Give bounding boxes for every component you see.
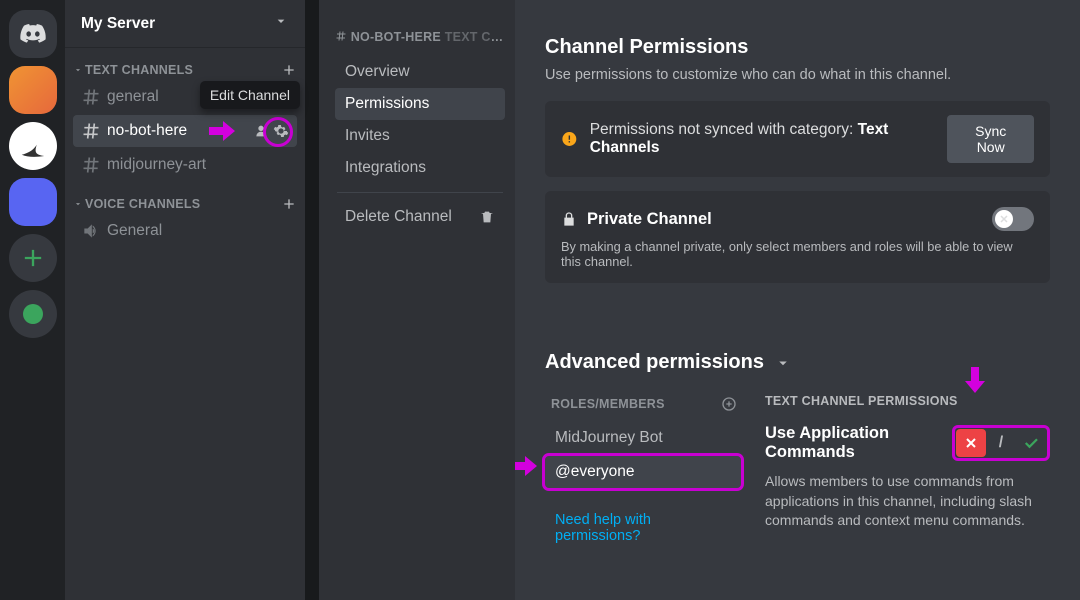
server-blurple-icon[interactable] [9, 178, 57, 226]
page-title: Channel Permissions [545, 36, 1050, 59]
divider [305, 0, 319, 600]
annotation-arrow [965, 367, 985, 393]
channel-no-bot-here[interactable]: no-bot-here Edit Channel [73, 115, 297, 147]
settings-sidebar: NO-BOT-HERE TEXT CHAN… Overview Permissi… [319, 0, 515, 600]
server-midjourney-icon[interactable] [9, 122, 57, 170]
permission-deny-button[interactable] [956, 429, 986, 457]
perm-section-heading: TEXT CHANNEL PERMISSIONS [765, 394, 1050, 408]
category-label: TEXT CHANNELS [85, 63, 193, 77]
permission-description: Allows members to use commands from appl… [765, 472, 1050, 531]
chevron-down-icon [273, 13, 289, 34]
sync-card: Permissions not synced with category: Te… [545, 101, 1050, 177]
role-midjourney-bot[interactable]: MidJourney Bot [545, 422, 741, 454]
role-everyone[interactable]: @everyone [545, 456, 741, 488]
channel-midjourney-art[interactable]: midjourney-art [73, 149, 297, 181]
roles-members-header: ROLES/MEMBERS [545, 394, 741, 422]
permission-allow-button[interactable] [1016, 429, 1046, 457]
gear-icon[interactable] [273, 123, 289, 139]
divider [337, 192, 503, 193]
private-description: By making a channel private, only select… [561, 239, 1034, 269]
settings-delete-channel[interactable]: Delete Channel [335, 201, 505, 233]
annotation-arrow [209, 121, 235, 141]
permission-neutral-button[interactable]: / [986, 429, 1016, 457]
x-icon [998, 213, 1010, 225]
settings-content: Channel Permissions Use permissions to c… [515, 0, 1080, 600]
settings-tab-overview[interactable]: Overview [335, 56, 505, 88]
server-rail [0, 0, 65, 600]
check-icon [1022, 434, 1040, 452]
label: Advanced permissions [545, 351, 764, 374]
add-channel-icon[interactable] [281, 62, 297, 78]
category-voice-channels[interactable]: VOICE CHANNELS [65, 182, 305, 214]
server-orange-icon[interactable] [9, 66, 57, 114]
chevron-down-icon [774, 354, 792, 372]
create-invite-icon[interactable] [253, 123, 269, 139]
server-header[interactable]: My Server [65, 0, 305, 48]
settings-tab-invites[interactable]: Invites [335, 120, 505, 152]
private-title: Private Channel [587, 210, 712, 229]
server-name: My Server [81, 15, 155, 33]
edit-channel-tooltip: Edit Channel [200, 81, 300, 109]
warning-icon [561, 130, 578, 148]
label: Delete Channel [345, 208, 452, 226]
lock-icon [561, 211, 577, 227]
explore-servers-button[interactable] [9, 290, 57, 338]
channel-sidebar: My Server TEXT CHANNELS general no-bot-h… [65, 0, 305, 600]
settings-breadcrumb: NO-BOT-HERE TEXT CHAN… [335, 30, 509, 44]
permission-tristate: / [952, 425, 1050, 461]
channel-name: midjourney-art [107, 156, 289, 174]
sync-now-button[interactable]: Sync Now [947, 115, 1034, 163]
voice-channel-general[interactable]: General [73, 215, 297, 247]
hash-icon [81, 155, 101, 175]
chevron-down-icon [73, 199, 83, 209]
settings-tab-integrations[interactable]: Integrations [335, 152, 505, 184]
speaker-icon [81, 221, 101, 241]
category-text-channels[interactable]: TEXT CHANNELS [65, 48, 305, 80]
hash-icon [81, 87, 101, 107]
annotation-arrow [515, 456, 537, 476]
private-channel-card: Private Channel By making a channel priv… [545, 191, 1050, 283]
channel-name: General [107, 222, 289, 240]
x-icon [963, 435, 979, 451]
sync-text: Permissions not synced with category: Te… [590, 121, 936, 157]
channel-settings: NO-BOT-HERE TEXT CHAN… Overview Permissi… [319, 0, 1080, 600]
permission-name: Use Application Commands [765, 424, 952, 462]
trash-icon [479, 209, 495, 225]
permissions-help-link[interactable]: Need help with permissions? [545, 506, 741, 550]
hash-icon [81, 121, 101, 141]
add-role-icon[interactable] [721, 396, 737, 412]
add-channel-icon[interactable] [281, 196, 297, 212]
private-toggle[interactable] [992, 207, 1034, 231]
add-server-button[interactable] [9, 234, 57, 282]
hash-icon [335, 30, 347, 42]
settings-tab-permissions[interactable]: Permissions [335, 88, 505, 120]
home-server-icon[interactable] [9, 10, 57, 58]
page-subtitle: Use permissions to customize who can do … [545, 67, 1050, 83]
chevron-down-icon [73, 65, 83, 75]
category-label: VOICE CHANNELS [85, 197, 200, 211]
